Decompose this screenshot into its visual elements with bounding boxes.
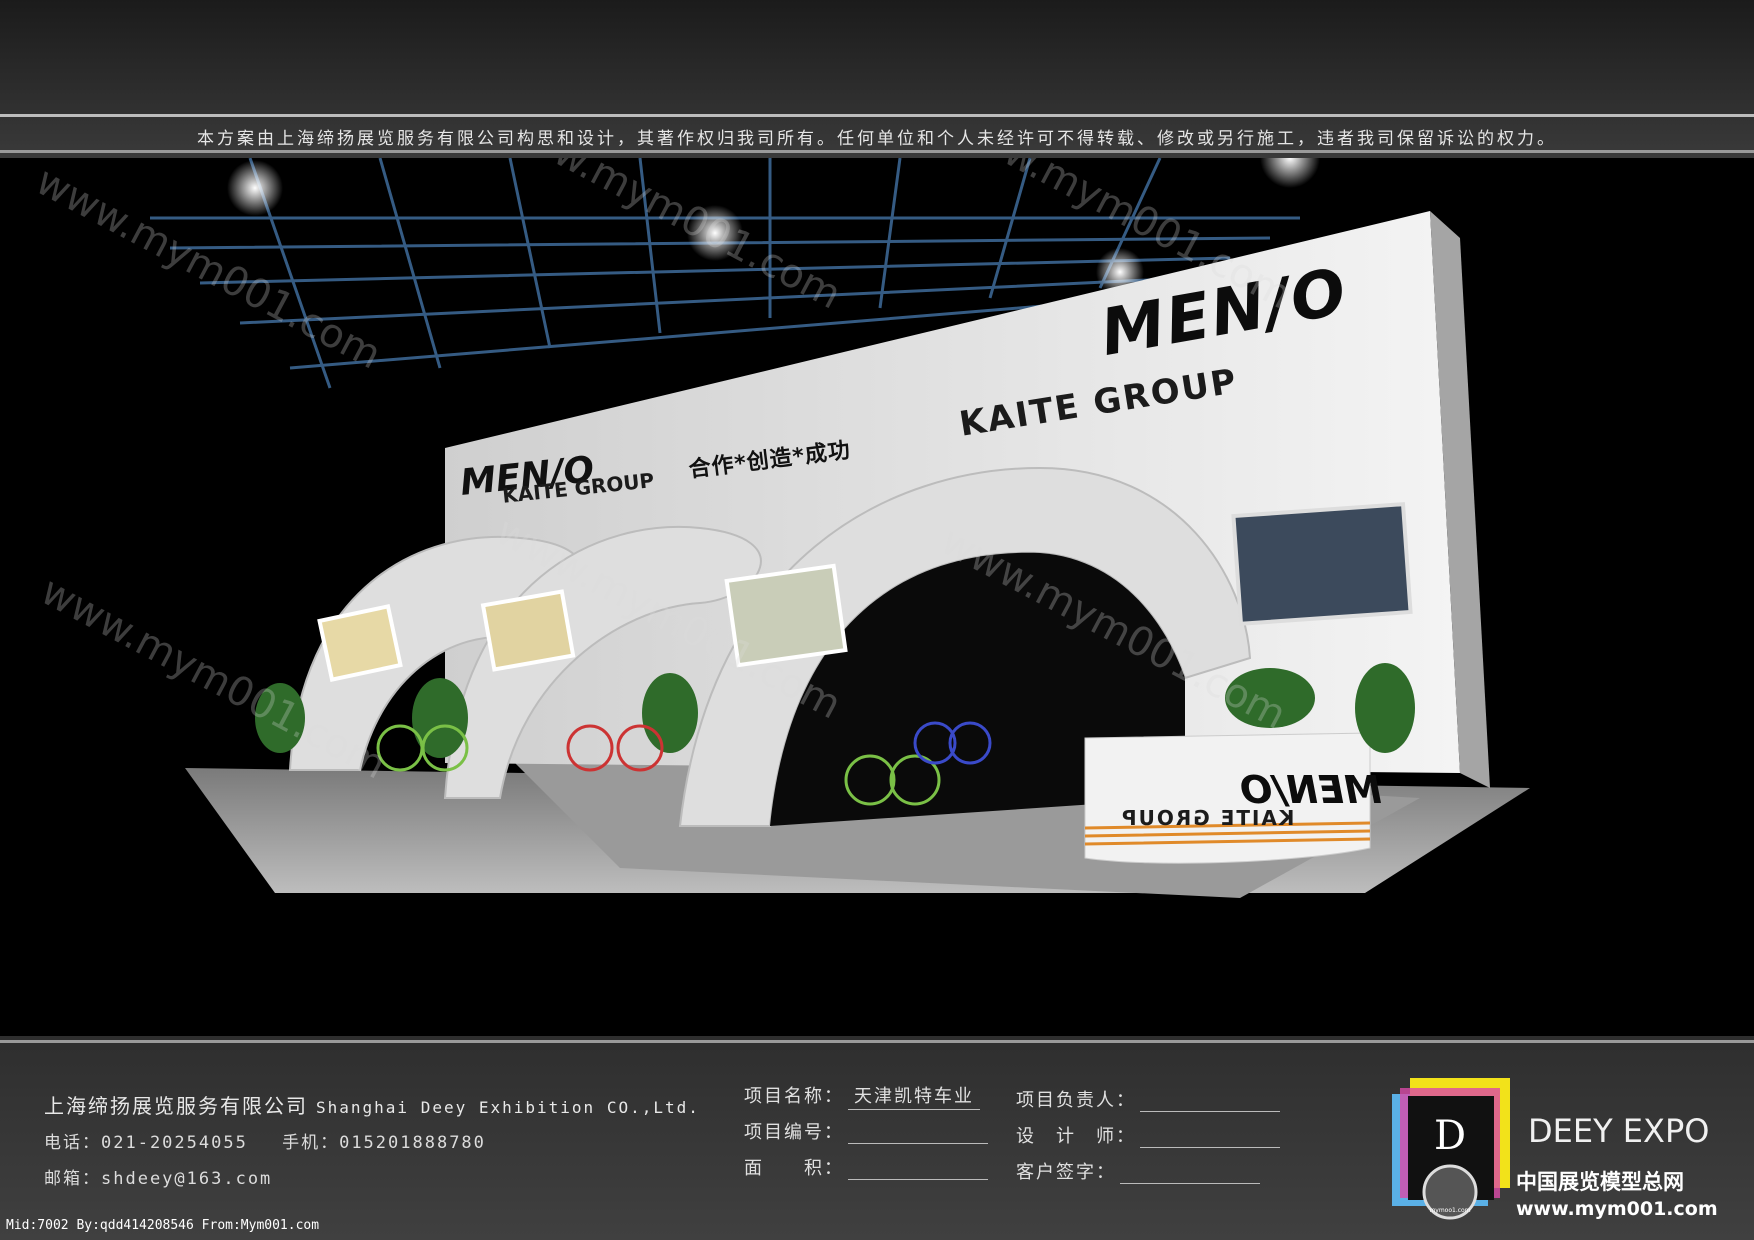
manager-label: 项目负责人： bbox=[1016, 1090, 1136, 1111]
header-rule-bottom bbox=[0, 150, 1754, 153]
email: 邮箱：shdeey@163.com bbox=[44, 1169, 273, 1189]
footer-rule bbox=[0, 1040, 1754, 1043]
designer-label: 设 计 师： bbox=[1016, 1126, 1136, 1147]
company-name-cn: 上海缔扬展览服务有限公司 bbox=[44, 1094, 308, 1118]
project-name-field: 项目名称： 天津凯特车业 bbox=[744, 1082, 980, 1110]
company-name-en: Shanghai Deey Exhibition CO.,Ltd. bbox=[316, 1098, 700, 1117]
deey-logo-icon: D mymoo1.com bbox=[1392, 1078, 1510, 1220]
project-no-label: 项目编号： bbox=[744, 1122, 844, 1143]
logo-sub: mymoo1.com bbox=[1429, 1207, 1470, 1214]
desk-group-name: KAITE GROUP bbox=[1120, 806, 1295, 830]
project-no-field: 项目编号： bbox=[744, 1118, 988, 1144]
header-bar: 本方案由上海缔扬展览服务有限公司构思和设计，其著作权归我司所有。任何单位和个人未… bbox=[0, 0, 1754, 158]
copyright-notice: 本方案由上海缔扬展览服务有限公司构思和设计，其著作权归我司所有。任何单位和个人未… bbox=[197, 129, 1557, 149]
area-label: 面 积： bbox=[744, 1158, 844, 1179]
client-sign-label: 客户签字： bbox=[1016, 1162, 1116, 1183]
client-sign-field: 客户签字： bbox=[1016, 1158, 1260, 1184]
project-name-value: 天津凯特车业 bbox=[848, 1086, 980, 1110]
booth-render: MEN/O KAITE GROUP MEN/O KAITE GROUP 合作*创… bbox=[0, 158, 1754, 1036]
manager-field: 项目负责人： bbox=[1016, 1086, 1280, 1112]
contact-phones: 电话：021-20254055 手机：015201888780 bbox=[44, 1128, 486, 1153]
designer-field: 设 计 师： bbox=[1016, 1122, 1280, 1148]
meta-line: Mid:7002 By:qdd414208546 From:Mym001.com bbox=[6, 1218, 320, 1233]
header-rule-top bbox=[0, 114, 1754, 117]
brand-en: DEEY EXPO bbox=[1528, 1112, 1710, 1150]
logo-letter: D bbox=[1434, 1113, 1466, 1159]
mobile: 手机：015201888780 bbox=[282, 1133, 486, 1153]
area-field: 面 积： bbox=[744, 1154, 988, 1180]
phone: 电话：021-20254055 bbox=[44, 1133, 248, 1153]
project-name-label: 项目名称： bbox=[744, 1086, 844, 1107]
brand-url: www.mym001.com bbox=[1516, 1198, 1718, 1220]
brand-cn: 中国展览模型总网 bbox=[1516, 1170, 1684, 1194]
company-name: 上海缔扬展览服务有限公司 Shanghai Deey Exhibition CO.… bbox=[44, 1090, 700, 1119]
